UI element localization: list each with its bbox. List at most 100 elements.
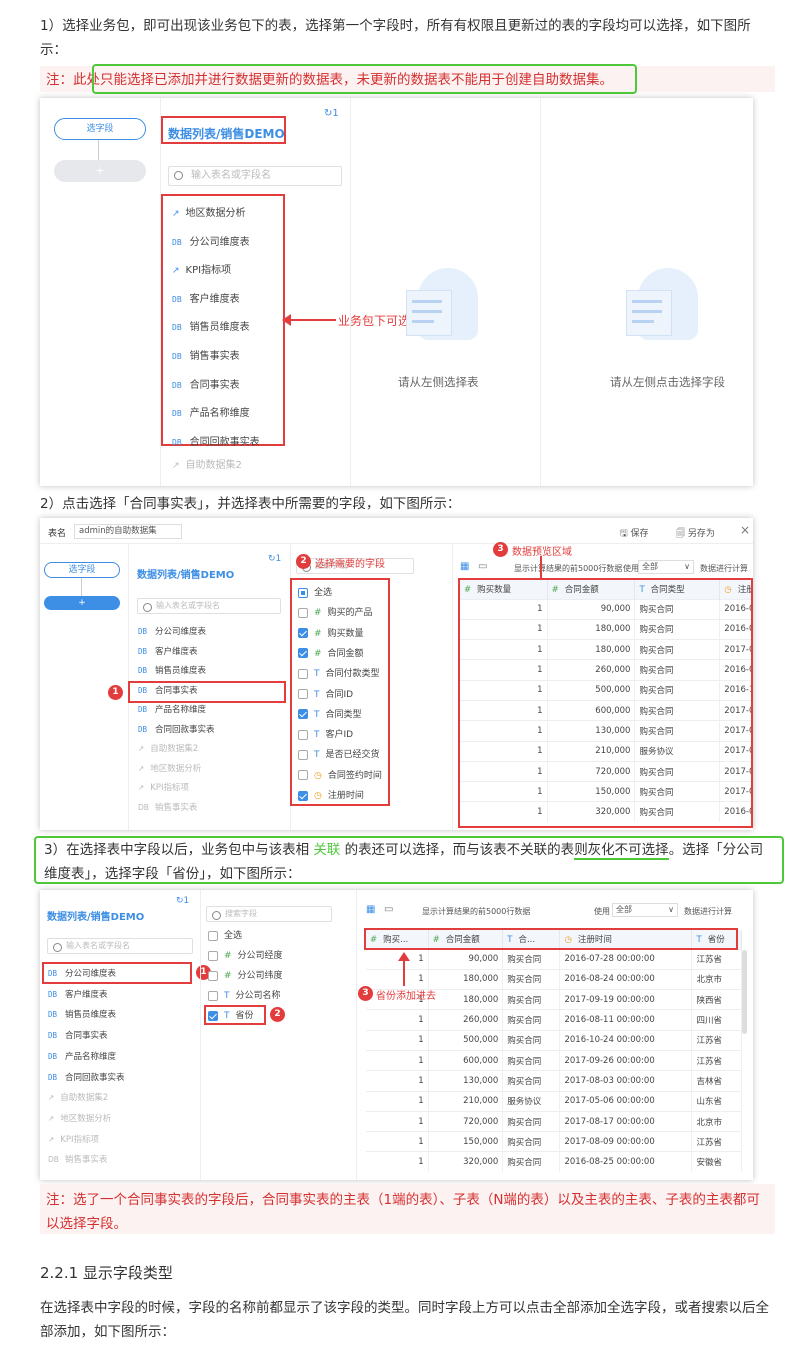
field-item[interactable]: ◷ 注册时间 — [298, 788, 364, 801]
use-label: 使用 — [594, 907, 610, 916]
toolbar-text: 显示计算结果的前5000行数据 — [514, 564, 623, 573]
save-as-button[interactable]: 🗐 另存为 — [676, 526, 715, 542]
field-checkbox[interactable] — [298, 749, 308, 760]
field-item[interactable]: # 购买的产品 — [298, 605, 373, 618]
field-checkbox[interactable] — [298, 648, 308, 659]
field-item[interactable]: # 分公司纬度 — [208, 968, 283, 981]
table-row: 1 150,000 购买合同 2017-08-09 00:00:00 江苏省 — [366, 1131, 742, 1152]
table-list-item[interactable]: DB 客户维度表 — [48, 988, 108, 1000]
table-name: 地区数据分析 — [185, 208, 246, 219]
table-name-input[interactable]: admin的自助数据集 — [74, 524, 182, 539]
table-list-item[interactable]: DB 产品名称维度 — [48, 1050, 116, 1062]
scrollbar[interactable] — [742, 950, 747, 1034]
field-item[interactable]: T 合同ID — [298, 687, 353, 700]
table-list-item[interactable]: DB 分公司维度表 — [172, 233, 250, 248]
field-checkbox[interactable] — [208, 970, 218, 981]
table-list-item[interactable]: DB 客户维度表 — [172, 290, 240, 305]
field-item[interactable]: T 分公司名称 — [208, 988, 281, 1001]
search-input[interactable]: 输入表名或字段名 — [168, 166, 342, 186]
table-cell: 1 — [366, 1009, 429, 1031]
table-list-item[interactable]: DB 产品名称维度 — [138, 703, 206, 715]
table-cell: 购买合同 — [502, 948, 561, 970]
table-list-item[interactable]: DB 销售事实表 — [172, 347, 240, 362]
field-checkbox[interactable] — [208, 950, 218, 961]
db-table-icon: DB — [48, 1072, 58, 1082]
table-view-icon[interactable]: ▦ — [460, 561, 469, 572]
table-cell: 1 — [366, 1151, 429, 1173]
use-select[interactable]: 全部 ∨ — [638, 560, 694, 574]
add-button[interactable]: + — [44, 596, 120, 610]
field-item[interactable]: ◷ 合同签约时间 — [298, 768, 382, 781]
table-list-item[interactable]: ↗ KPI指标项 — [172, 261, 231, 276]
search-input[interactable]: 输入表名或字段名 — [47, 938, 193, 954]
refresh-icon[interactable]: ↻1 — [324, 108, 339, 119]
field-item[interactable]: T 合同类型 — [298, 707, 362, 720]
table-list-item[interactable]: DB 分公司维度表 — [138, 625, 206, 637]
field-item[interactable]: T 是否已经交货 — [298, 747, 380, 760]
field-checkbox[interactable] — [208, 990, 218, 1001]
table-list-item[interactable]: DB 销售员维度表 — [138, 664, 206, 676]
table-list-item[interactable]: DB 合同回款事实表 — [48, 1071, 125, 1083]
table-list-item[interactable]: DB 合同事实表 — [172, 376, 240, 391]
field-checkbox[interactable] — [298, 770, 308, 781]
table-cell: 购买合同 — [502, 1029, 561, 1051]
table-list-item[interactable]: DB 客户维度表 — [138, 645, 198, 657]
field-name: 分公司纬度 — [237, 971, 283, 981]
field-item[interactable]: T 合同付款类型 — [298, 666, 380, 679]
table-list-item[interactable]: ↗ 地区数据分析 — [172, 204, 246, 219]
table-list-item[interactable]: DB 合同回款事实表 — [172, 433, 260, 448]
table-name: 销售员维度表 — [155, 666, 207, 676]
search-input[interactable]: 输入表名或字段名 — [137, 598, 281, 614]
text-type-icon: T — [224, 991, 230, 1001]
field-item[interactable]: # 购买数量 — [298, 626, 364, 639]
table-row: 1 720,000 购买合同 2017-08-17 00:00:00 北京市 — [366, 1110, 742, 1132]
field-checkbox[interactable] — [298, 709, 308, 720]
table-cell: 260,000 — [428, 1009, 504, 1031]
field-checkbox[interactable] — [298, 689, 308, 699]
close-button[interactable]: × — [740, 523, 750, 537]
field-name: 全选 — [314, 588, 333, 598]
table-list-item[interactable]: DB 销售员维度表 — [172, 318, 250, 333]
select-field-button[interactable]: 选字段 — [54, 118, 146, 140]
table-cell: 购买合同 — [502, 1151, 561, 1173]
select-field-button[interactable]: 选字段 — [44, 562, 120, 578]
field-checkbox[interactable] — [298, 668, 308, 679]
table-list-item[interactable]: DB 合同事实表 — [48, 1029, 108, 1041]
field-item[interactable]: T 客户ID — [298, 727, 353, 740]
field-search-input[interactable]: 搜索字段 — [206, 906, 332, 922]
number-type-icon: # — [224, 951, 232, 961]
table-cell: 山东省 — [691, 1090, 742, 1112]
layout-icon[interactable]: ▭ — [384, 904, 393, 915]
refresh-icon[interactable]: ↻1 — [268, 554, 281, 564]
field-checkbox[interactable] — [298, 790, 308, 801]
table-name: 销售事实表 — [189, 351, 240, 362]
field-item[interactable]: # 合同金额 — [298, 646, 364, 659]
save-button[interactable]: 🖫 保存 — [620, 526, 649, 542]
field-item[interactable]: 全选 — [298, 585, 332, 598]
table-list-item[interactable]: DB 合同回款事实表 — [138, 723, 215, 735]
table-cell: 2017-08-09 00:00:00 — [559, 1131, 693, 1152]
field-checkbox[interactable] — [298, 628, 308, 639]
use-select[interactable]: 全部 ∨ — [612, 903, 678, 917]
table-list-item: ↗ 地区数据分析 — [48, 1112, 111, 1124]
table-name: 自助数据集2 — [60, 1093, 109, 1104]
field-checkbox[interactable] — [298, 587, 308, 598]
table-name: 分公司维度表 — [189, 236, 250, 248]
table-cell: 江苏省 — [691, 1131, 742, 1152]
calc-label: 数据进行计算 — [684, 907, 732, 916]
layout-icon[interactable]: ▭ — [478, 561, 487, 572]
table-list-item[interactable]: DB 销售员维度表 — [48, 1008, 116, 1020]
table-view-icon[interactable]: ▦ — [366, 904, 375, 915]
field-checkbox[interactable] — [298, 729, 308, 740]
table-name-label: 表名 — [48, 529, 67, 539]
field-checkbox[interactable] — [298, 607, 308, 618]
field-item[interactable]: 全选 — [208, 928, 242, 941]
table-list-item[interactable]: DB 产品名称维度 — [172, 404, 250, 419]
field-checkbox[interactable] — [208, 930, 218, 941]
refresh-icon[interactable]: ↻1 — [176, 896, 189, 906]
table-cell: 江苏省 — [691, 948, 742, 970]
table-cell: 2016-08-11 00:00:00 — [559, 1009, 693, 1031]
badge-3: 3 — [493, 542, 508, 557]
field-item[interactable]: # 分公司经度 — [208, 948, 283, 961]
table-cell: 1 — [366, 1070, 429, 1092]
